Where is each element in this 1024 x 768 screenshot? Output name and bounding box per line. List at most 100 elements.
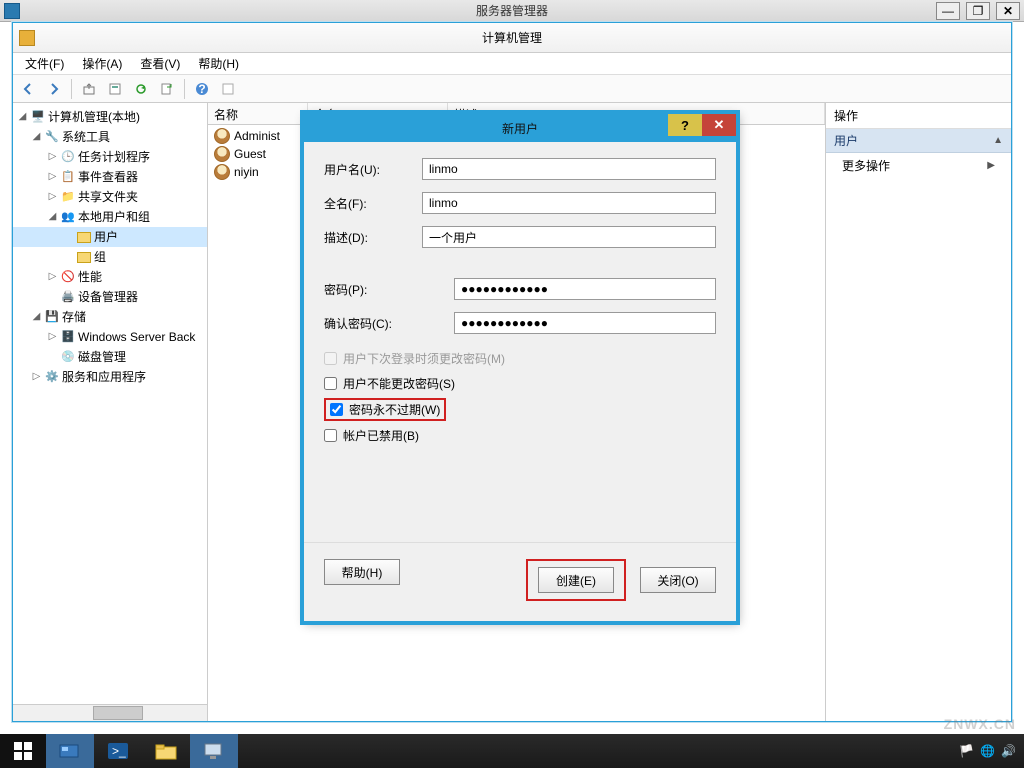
folder-icon <box>154 741 178 761</box>
performance-icon: 🚫 <box>60 269 76 285</box>
tree-device-manager[interactable]: 🖨️ 设备管理器 <box>13 287 207 307</box>
password-never-expires-checkbox[interactable] <box>330 403 343 416</box>
tree-system-tools[interactable]: ◢ 🔧 系统工具 <box>13 127 207 147</box>
actions-users-section[interactable]: 用户 ▲ <box>826 129 1011 153</box>
shared-folder-icon: 📁 <box>60 189 76 205</box>
expand-icon[interactable]: ▷ <box>47 188 58 206</box>
close-button[interactable]: 关闭(O) <box>640 567 716 593</box>
username-label: 用户名(U): <box>324 161 422 178</box>
taskbar-explorer[interactable] <box>142 734 190 768</box>
taskbar: >_ 🏳️ 🌐 🔊 <box>0 734 1024 768</box>
backup-icon: 🗄️ <box>60 329 76 345</box>
actions-header: 操作 <box>826 103 1011 129</box>
main-title: 计算机管理 <box>482 29 542 46</box>
tree-disk-management[interactable]: 💿 磁盘管理 <box>13 347 207 367</box>
expand-icon[interactable]: ▷ <box>47 168 58 186</box>
description-input[interactable] <box>422 226 716 248</box>
nav-forward-button[interactable] <box>43 78 65 100</box>
dialog-close-button[interactable]: ✕ <box>702 114 736 136</box>
tree-label: 存储 <box>62 308 86 326</box>
svg-text:>_: >_ <box>112 744 126 758</box>
menu-action[interactable]: 操作(A) <box>74 53 130 74</box>
tree-local-users-groups[interactable]: ◢ 👥 本地用户和组 <box>13 207 207 227</box>
expand-icon[interactable]: ▷ <box>47 328 58 346</box>
horizontal-scrollbar[interactable] <box>13 704 207 721</box>
collapse-icon[interactable]: ◢ <box>31 128 42 146</box>
menu-file[interactable]: 文件(F) <box>17 53 72 74</box>
actions-more-label: 更多操作 <box>842 157 890 174</box>
tree-task-scheduler[interactable]: ▷ 🕒 任务计划程序 <box>13 147 207 167</box>
toolbar-separator <box>71 79 72 99</box>
account-disabled-row[interactable]: 帐户已禁用(B) <box>324 423 716 448</box>
help-button-toolbar[interactable]: ? <box>191 78 213 100</box>
taskbar-server-manager[interactable] <box>46 734 94 768</box>
dialog-title: 新用户 <box>502 120 538 137</box>
toolbar-extra-button[interactable] <box>217 78 239 100</box>
expand-icon[interactable]: ▷ <box>31 368 42 386</box>
confirm-password-label: 确认密码(C): <box>324 315 454 332</box>
tree-event-viewer[interactable]: ▷ 📋 事件查看器 <box>13 167 207 187</box>
tools-icon: 🔧 <box>44 129 60 145</box>
properties-button[interactable] <box>104 78 126 100</box>
tree-performance[interactable]: ▷ 🚫 性能 <box>13 267 207 287</box>
dialog-help-button[interactable]: ? <box>668 114 702 136</box>
event-icon: 📋 <box>60 169 76 185</box>
user-icon <box>214 164 230 180</box>
account-disabled-checkbox[interactable] <box>324 429 337 442</box>
start-button[interactable] <box>0 734 46 768</box>
tree-shared-folders[interactable]: ▷ 📁 共享文件夹 <box>13 187 207 207</box>
powershell-icon: >_ <box>106 741 130 761</box>
menu-view[interactable]: 查看(V) <box>132 53 188 74</box>
menu-help[interactable]: 帮助(H) <box>190 53 247 74</box>
password-label: 密码(P): <box>324 281 454 298</box>
dialog-titlebar[interactable]: 新用户 ? ✕ <box>304 114 736 142</box>
export-button[interactable] <box>156 78 178 100</box>
confirm-password-input[interactable] <box>454 312 716 334</box>
cannot-change-password-row[interactable]: 用户不能更改密码(S) <box>324 371 716 396</box>
expand-icon[interactable]: ▷ <box>47 148 58 166</box>
collapse-icon[interactable]: ◢ <box>47 208 58 226</box>
create-button[interactable]: 创建(E) <box>538 567 614 593</box>
fullname-input[interactable] <box>422 192 716 214</box>
tree-root[interactable]: ◢ 🖥️ 计算机管理(本地) <box>13 107 207 127</box>
tree-label: 任务计划程序 <box>78 148 150 166</box>
taskbar-powershell[interactable]: >_ <box>94 734 142 768</box>
tree-label: 共享文件夹 <box>78 188 138 206</box>
tree-groups[interactable]: 组 <box>13 247 207 267</box>
tree-windows-server-backup[interactable]: ▷ 🗄️ Windows Server Back <box>13 327 207 347</box>
expand-icon[interactable]: ▷ <box>47 268 58 286</box>
server-manager-titlebar: 服务器管理器 — ❐ ✕ <box>0 0 1024 22</box>
actions-panel: 操作 用户 ▲ 更多操作 ▶ <box>826 103 1011 721</box>
clock-icon: 🕒 <box>60 149 76 165</box>
chevron-right-icon: ▶ <box>987 160 995 171</box>
taskbar-computer-management[interactable] <box>190 734 238 768</box>
actions-more[interactable]: 更多操作 ▶ <box>826 153 1011 178</box>
toolbar: ? <box>13 75 1011 103</box>
device-icon: 🖨️ <box>60 289 76 305</box>
nav-back-button[interactable] <box>17 78 39 100</box>
scrollbar-thumb[interactable] <box>93 706 143 720</box>
parent-close-button[interactable]: ✕ <box>996 2 1020 20</box>
parent-maximize-button[interactable]: ❐ <box>966 2 990 20</box>
parent-minimize-button[interactable]: — <box>936 2 960 20</box>
password-input[interactable] <box>454 278 716 300</box>
up-level-button[interactable] <box>78 78 100 100</box>
tree-services-apps[interactable]: ▷ ⚙️ 服务和应用程序 <box>13 367 207 387</box>
username-input[interactable] <box>422 158 716 180</box>
tray-network-icon[interactable]: 🌐 <box>980 744 995 758</box>
tray-flag-icon[interactable]: 🏳️ <box>959 744 974 758</box>
services-icon: ⚙️ <box>44 369 60 385</box>
cannot-change-password-checkbox[interactable] <box>324 377 337 390</box>
cannot-change-password-label: 用户不能更改密码(S) <box>343 375 455 392</box>
help-button[interactable]: 帮助(H) <box>324 559 400 585</box>
system-tray[interactable]: 🏳️ 🌐 🔊 <box>959 744 1024 758</box>
tree-users[interactable]: 用户 <box>13 227 207 247</box>
navigation-tree[interactable]: ◢ 🖥️ 计算机管理(本地) ◢ 🔧 系统工具 ▷ 🕒 任务计划程序 ▷ 📋 事… <box>13 103 208 721</box>
collapse-icon[interactable]: ◢ <box>17 108 28 126</box>
tree-storage[interactable]: ◢ 💾 存储 <box>13 307 207 327</box>
tray-sound-icon[interactable]: 🔊 <box>1001 744 1016 758</box>
refresh-button[interactable] <box>130 78 152 100</box>
user-icon <box>214 128 230 144</box>
column-name[interactable]: 名称 <box>208 103 308 124</box>
collapse-icon[interactable]: ◢ <box>31 308 42 326</box>
